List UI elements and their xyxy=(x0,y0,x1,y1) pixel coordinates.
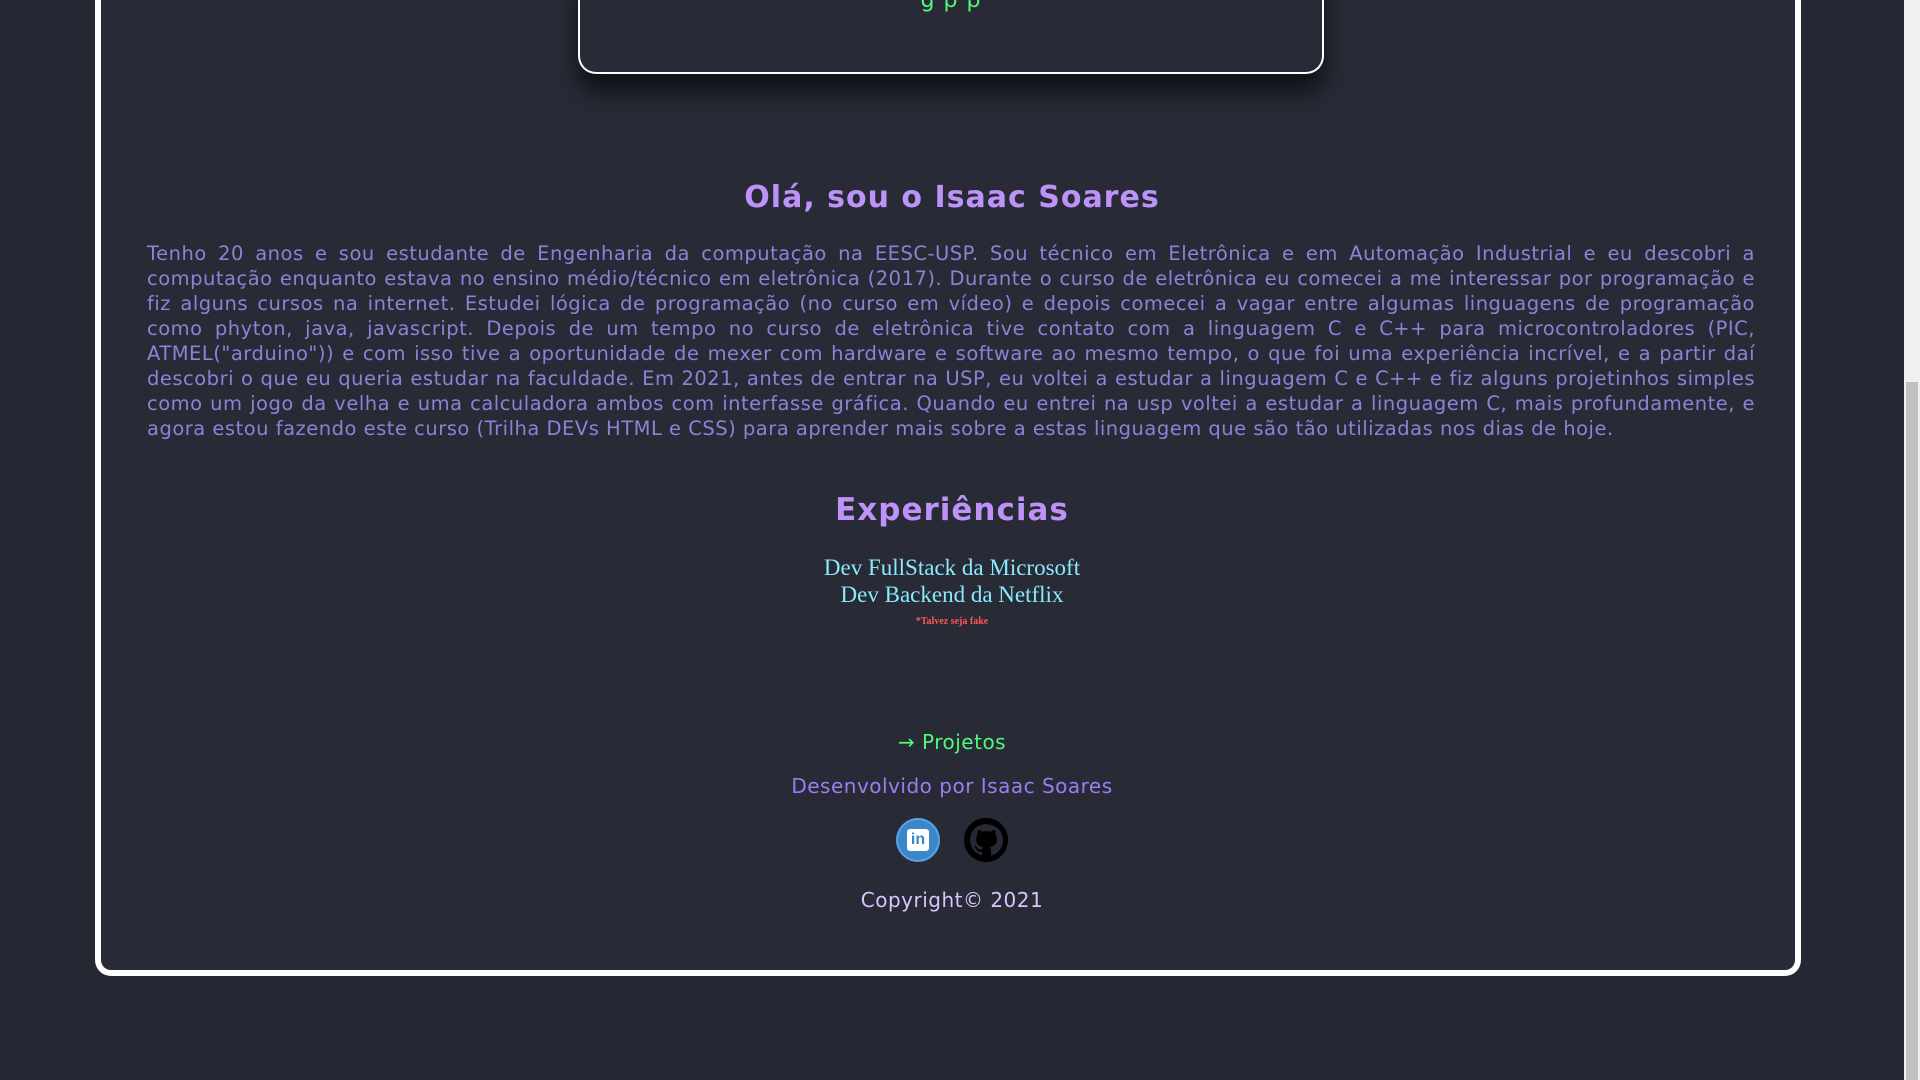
experience-item: Dev Backend da Netflix xyxy=(840,582,1064,607)
experiences-list: Dev FullStack da Microsoft Dev Backend d… xyxy=(0,554,1904,608)
top-box-text: g p p xyxy=(920,0,982,13)
linkedin-icon: in xyxy=(907,829,929,851)
github-link[interactable] xyxy=(964,818,1008,862)
page-viewport: g p p Olá, sou o Isaac Soares Tenho 20 a… xyxy=(0,0,1904,1080)
developed-by-text: Desenvolvido por Isaac Soares xyxy=(791,774,1113,798)
github-icon xyxy=(964,818,1008,862)
scrollbar-thumb[interactable] xyxy=(1906,382,1918,1080)
experiences-title: Experiências xyxy=(835,492,1069,528)
intro-title: Olá, sou o Isaac Soares xyxy=(744,180,1160,215)
fake-note: *Talvez seja fake xyxy=(915,616,989,627)
linkedin-link[interactable]: in xyxy=(896,818,940,862)
copyright-text: Copyright© 2021 xyxy=(860,888,1044,912)
bio-paragraph: Tenho 20 anos e sou estudante de Engenha… xyxy=(147,242,1755,440)
projects-link[interactable]: → Projetos xyxy=(0,730,1904,754)
experience-item: Dev FullStack da Microsoft xyxy=(823,555,1081,580)
top-info-box: g p p xyxy=(578,0,1324,74)
social-links: in xyxy=(0,818,1904,862)
